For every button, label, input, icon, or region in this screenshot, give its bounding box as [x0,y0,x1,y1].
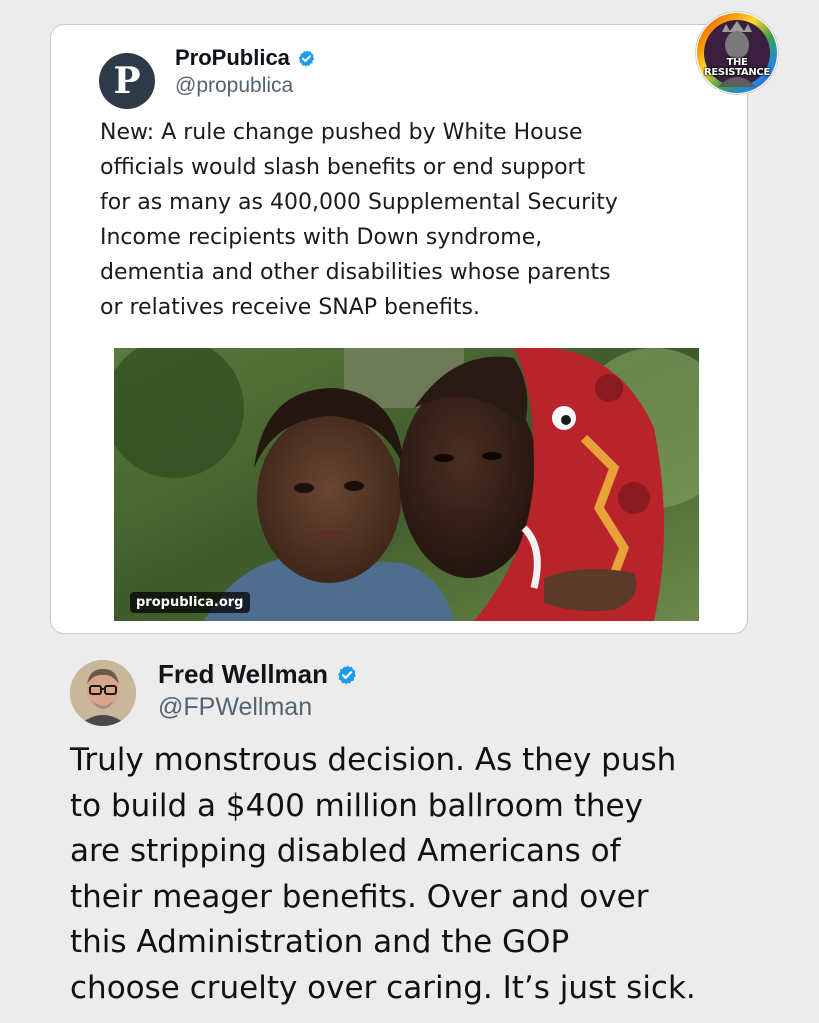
post-text-line: choose cruelty over caring. It’s just si… [70,969,696,1006]
badge-caption: THE RESISTANCE [696,58,778,78]
verified-badge-icon [297,49,316,68]
quoted-text-line: or relatives receive SNAP benefits. [100,295,480,320]
statue-of-liberty-icon [697,13,777,93]
resistance-logo: THE RESISTANCE [696,12,778,94]
post-text-line: their meager benefits. Over and over [70,878,649,915]
quoted-text-line: officials would slash benefits or end su… [100,155,586,180]
post-text-line: to build a $400 million ballroom they [70,787,643,824]
quoted-text-line: for as many as 400,000 Supplemental Secu… [100,190,618,215]
link-card-image[interactable]: propublica.org [114,348,699,621]
quoted-post-card[interactable]: P ProPublica @propublica New: A rule cha… [50,24,748,634]
post-text-line: are stripping disabled Americans of [70,833,621,869]
link-domain-label[interactable]: propublica.org [130,592,250,613]
quoted-author-name[interactable]: ProPublica [175,45,316,71]
verified-badge-icon [336,664,358,686]
quoted-post-text: New: A rule change pushed by White House… [100,115,720,325]
avatar-letter: P [113,60,141,102]
profile-photo [70,660,136,726]
quoted-author-handle[interactable]: @propublica [175,74,293,98]
quoted-text-line: dementia and other disabilities whose pa… [100,260,611,285]
author-name-text: Fred Wellman [158,659,329,689]
post-text-line: Truly monstrous decision. As they push [70,742,677,778]
photo-illustration [114,348,699,621]
post-text: Truly monstrous decision. As they push t… [70,738,790,1011]
author-name[interactable]: Fred Wellman [158,659,358,690]
badge-caption-line: RESISTANCE [704,67,770,78]
author-handle[interactable]: @FPWellman [158,693,312,722]
propublica-avatar[interactable]: P [99,53,155,109]
quoted-text-line: Income recipients with Down syndrome, [100,225,543,250]
fred-wellman-avatar[interactable] [70,660,136,726]
post-text-line: this Administration and the GOP [70,924,570,960]
quoted-text-line: New: A rule change pushed by White House [100,120,583,145]
quoted-author-name-text: ProPublica [175,45,290,70]
